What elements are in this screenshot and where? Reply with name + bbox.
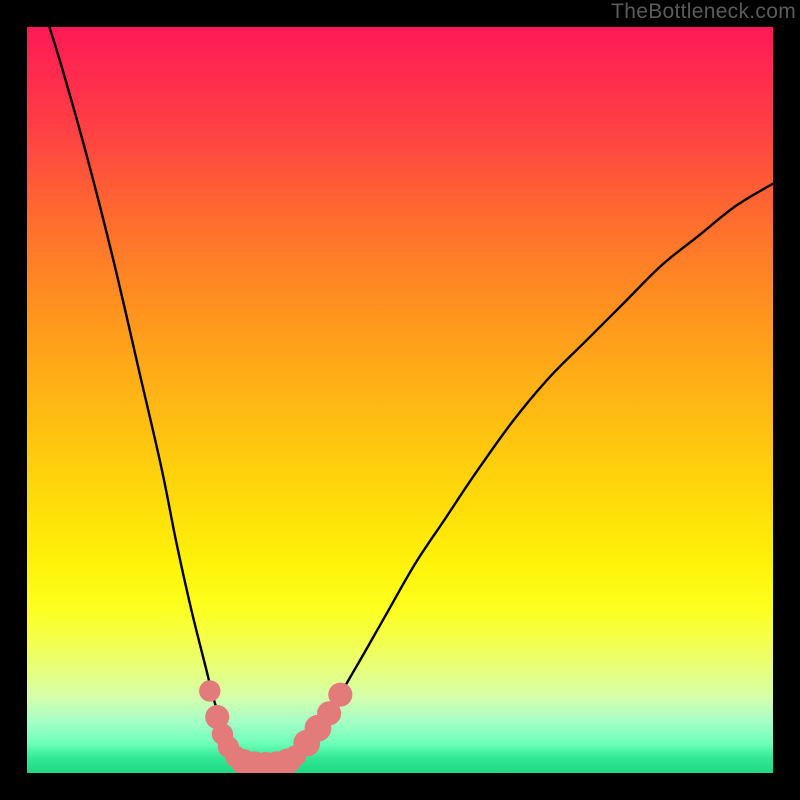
curve-left-branch	[27, 27, 251, 766]
curve-right-branch	[273, 184, 773, 766]
data-marker	[199, 680, 220, 701]
curve-layer	[27, 27, 773, 773]
brand-watermark: TheBottleneck.com	[611, 0, 796, 24]
data-marker	[328, 683, 352, 707]
plot-area	[27, 27, 773, 773]
chart-frame: TheBottleneck.com	[0, 0, 800, 800]
